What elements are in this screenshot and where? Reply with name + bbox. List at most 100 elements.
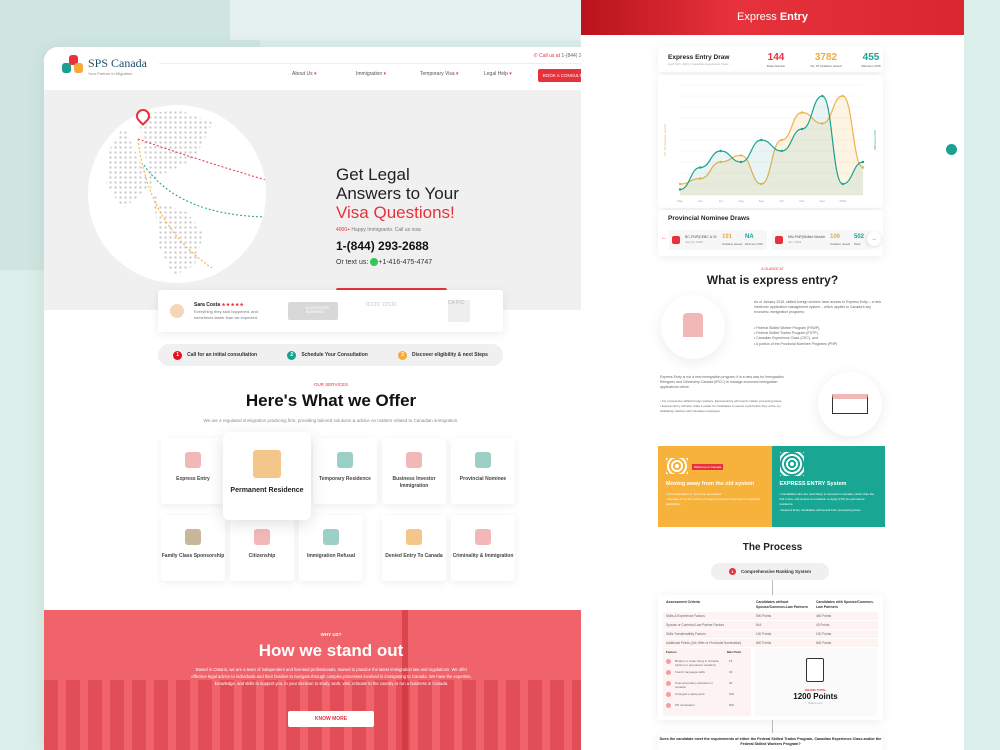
text-us-number[interactable]: +1-416-475-4747 [378,259,432,266]
column-header: Factors [666,650,677,654]
pnd-date: Jan, 2019 [788,240,802,244]
stat-label: No. Of Invitation Issued [810,64,842,68]
stat-invitations: 3782 No. Of Invitation Issued [801,52,851,68]
iccrc-badge: iccrc crcic [366,301,397,308]
x-tick-label: Aug [738,199,744,203]
data-point[interactable] [780,149,783,153]
data-point[interactable] [780,138,783,142]
grand-total: GRAND TOTAL 1200 Points (Maximum) [754,648,877,716]
step-label: Discover eligibility & next Steps [412,351,488,358]
data-point[interactable] [760,138,763,142]
factor-icon [666,659,671,664]
reviewer-name: Sara Costa [194,302,221,308]
data-point[interactable] [821,94,824,98]
factor-points: 600 [729,703,735,707]
pnd-label: Rank [854,242,861,246]
glance-eyebrow: A GLANCE AT [761,267,784,271]
hero-title-line: Get Legal [336,165,410,184]
express-entry-draw-card: Express Entry Draw April 19th, 2021 | Ca… [658,46,883,72]
why-description: Based in Ontario, we are a team of indep… [191,667,472,686]
table-cell: 40 Points [816,623,830,627]
step-label: Call for an initial consultation [187,351,258,358]
draw-title: Express Entry Draw [668,54,730,61]
step-label: Comprehensive Ranking System [740,569,812,574]
hero-phone[interactable]: 1-(844) 293-2688 [336,239,429,253]
pnd-label: Invitation Issued [722,242,743,246]
connector-line [772,720,773,733]
data-point[interactable] [841,182,844,186]
service-card[interactable]: Immigration Refusal [299,515,363,581]
factor-name: Brother or sister living in Canada (citi… [675,659,719,667]
step-number: 1 [728,568,736,575]
stat-value: 455 [862,52,880,63]
express-entry-icon [185,452,201,468]
welcome-badge: Welcome to Canada [692,464,724,470]
service-card[interactable]: Permanent Residence [223,432,311,520]
pnd-date: July 23, 2019 [685,240,703,244]
province-map-icon [775,236,783,244]
chat-icon[interactable] [946,144,957,155]
data-point[interactable] [861,160,865,164]
data-point[interactable] [719,149,722,153]
draw-chart-card: May Jun Jul Aug Sep Oct Nov Dec 2020 No. Of Invit… [658,75,883,208]
old-system-panel: Welcome to Canada Moving away from the o… [658,446,772,527]
table-row: Skills & Experience Factors 500 Points 460… [663,612,878,620]
data-point[interactable] [841,94,844,98]
table-cell: 100 Points [816,632,832,636]
pnd-rank: 502 [854,234,865,240]
service-card[interactable]: Criminality & Immigration [451,515,515,581]
nav-about-us[interactable]: About Us [292,71,356,77]
column-header: Candidates with Spouse/Common-Law Partne… [816,600,874,609]
column-header: Candidates without Spouse/Common-Law Par… [756,600,808,609]
why-eyebrow: WHY US? [320,632,342,637]
logo[interactable]: SPS Canada Your Partner In Migration [62,55,147,77]
service-card[interactable]: Denied Entry To Canada [382,515,446,581]
arrow-right-icon[interactable]: → [867,232,881,246]
service-card[interactable]: Citizenship [230,515,294,581]
nav-immigration[interactable]: Immigration [356,71,420,77]
column-header: Assessment Criteria [666,600,700,604]
glance-paragraph: As of January 2015, skilled foreign work… [754,300,882,315]
main-nav: About Us Immigration Temporary Visa Lega… [292,71,548,77]
service-card[interactable]: Provincial Nominee [451,438,515,504]
table-row: Skills Transferability Factors 100 Points… [663,630,878,638]
data-point[interactable] [678,188,682,191]
glance-list-2: • For prospective skilled foreign worker… [660,399,790,415]
data-point[interactable] [800,127,804,131]
success-illustration [661,295,725,359]
plane-ticket-icon [832,394,868,414]
factor-icon [666,703,671,708]
nav-temporary-visa[interactable]: Temporary Visa [420,71,484,77]
process-title: The Process [742,542,803,553]
service-card[interactable]: Temporary Residence [313,438,377,504]
citizenship-icon [254,529,270,545]
step-item: 2 Schedule Your Consultation [287,350,368,360]
globe-illustration [88,105,266,283]
know-more-button[interactable]: KNOW MORE [288,711,374,727]
pnd-name: BC-PNP(EEBC & SI [685,235,717,239]
service-card[interactable]: Family Class Sponsorship [161,515,225,581]
why-title: How we stand out [258,641,404,660]
service-label: Temporary Residence [319,476,371,482]
factor-name: Arranged employment [675,692,705,696]
glance-list: • Federal Skilled Worker Program (FSWP),… [754,326,884,347]
data-point[interactable] [800,111,804,114]
service-label: Criminality & Immigration [452,553,514,559]
service-label: Citizenship [248,553,276,559]
pnd-title: Provincial Nominee Draws [668,215,750,222]
data-point[interactable] [739,160,743,164]
x-tick-label: May [677,199,683,203]
data-point[interactable] [699,166,702,169]
brand-name: SPS Canada [88,56,148,70]
table-cell: 100 Points [756,632,772,636]
arrow-left-icon[interactable]: ← [661,235,667,241]
data-point[interactable] [739,154,743,157]
hero-subtitle: 4000+ Happy Immigrants. Call us now. [336,227,422,233]
stat-min-crs: 455 Minimum CRS [846,52,896,68]
data-point[interactable] [678,182,682,186]
person-arrows-icon [683,313,703,337]
service-card[interactable]: Express Entry [161,438,225,504]
list-item: • Candidates who are most likely to succ… [779,492,874,507]
process-steps: 1 Call for an initial consultation 2 Sched… [158,344,503,366]
service-card[interactable]: Business Investor Immigration [382,438,446,504]
